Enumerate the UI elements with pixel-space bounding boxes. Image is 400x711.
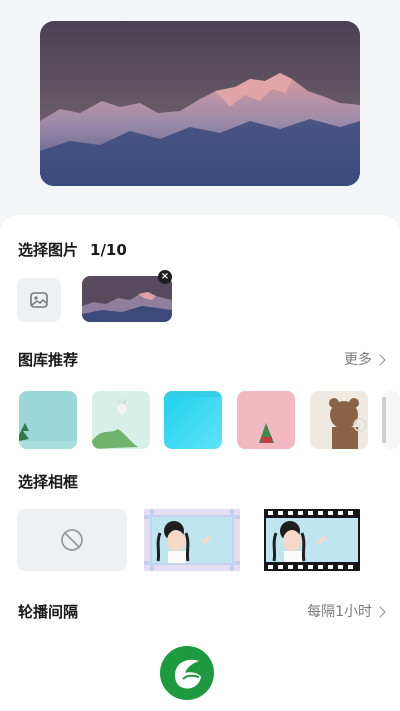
frame-option-none[interactable] xyxy=(17,509,127,571)
interval-title: 轮播间隔 xyxy=(18,603,79,621)
frames-title: 选择相框 xyxy=(18,473,79,491)
gallery-item-bear[interactable] xyxy=(310,391,368,449)
select-images-heading: 选择图片 1/10 xyxy=(18,239,127,260)
image-icon xyxy=(30,292,48,308)
gallery-item-green-cartoon[interactable] xyxy=(92,391,150,449)
brand-logo-icon xyxy=(160,646,214,700)
interval-value: 每隔1小时 xyxy=(307,604,372,620)
add-image-button[interactable] xyxy=(17,278,61,322)
chevron-right-icon xyxy=(374,353,386,366)
image-counter: 1/10 xyxy=(90,241,127,259)
gallery-item-cyan-gradient[interactable] xyxy=(164,391,222,449)
frame-option-filmstrip[interactable] xyxy=(264,509,360,571)
chevron-right-icon xyxy=(374,605,386,618)
frame-list xyxy=(0,509,400,573)
select-images-title: 选择图片 xyxy=(18,241,79,259)
gallery-more-link[interactable]: 更多 xyxy=(344,349,386,369)
gallery-list xyxy=(0,391,400,451)
gallery-item-pink-zongzi[interactable] xyxy=(237,391,295,449)
remove-image-button[interactable]: × xyxy=(158,270,172,284)
selected-image-thumbnail[interactable] xyxy=(82,276,172,322)
gallery-title: 图库推荐 xyxy=(18,351,79,369)
no-frame-icon xyxy=(61,529,83,551)
interval-setting-link[interactable]: 每隔1小时 xyxy=(307,601,386,621)
preview-image xyxy=(40,21,360,186)
frame-option-plaid[interactable] xyxy=(144,509,240,571)
more-label: 更多 xyxy=(344,352,372,368)
settings-sheet: 选择图片 1/10 × 图库推荐 更多 选择相框 轮播间隔 每隔1小时 xyxy=(0,215,400,711)
gallery-item-teal-tree[interactable] xyxy=(19,391,77,449)
gallery-item-partial[interactable] xyxy=(382,391,400,449)
